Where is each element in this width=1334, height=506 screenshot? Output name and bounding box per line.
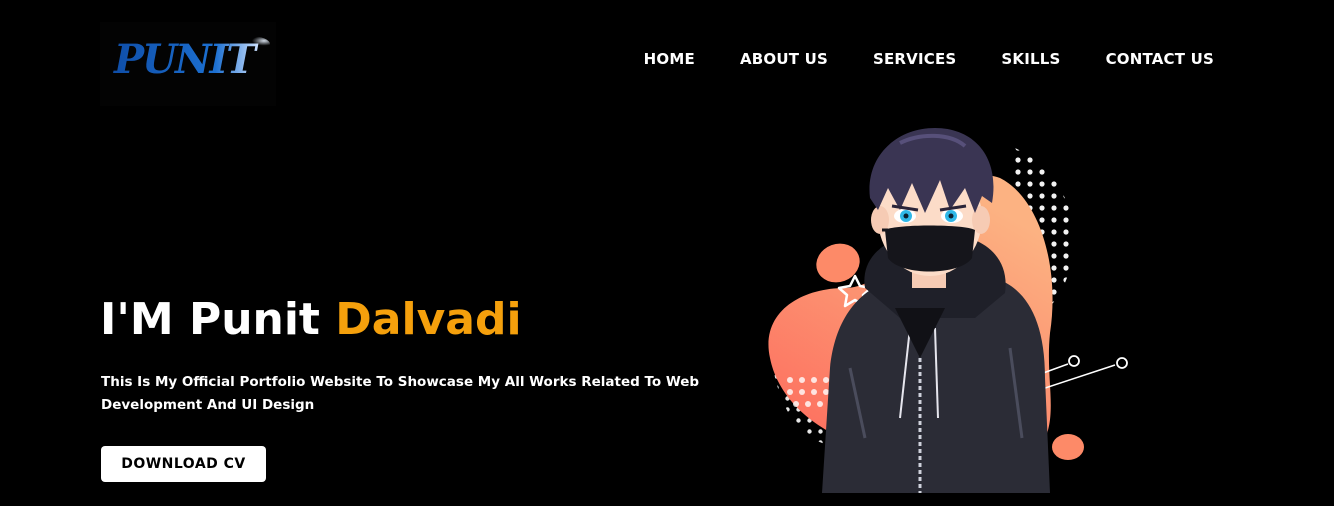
nav-item-about-us[interactable]: ABOUT US [740,50,828,68]
nav-item-services[interactable]: SERVICES [873,50,956,68]
nav-item-contact-us[interactable]: CONTACT US [1106,50,1214,68]
hero-title-accent: Dalvadi [335,294,522,345]
main-nav: HOME ABOUT US SERVICES SKILLS CONTACT US [599,50,1214,68]
logo-wordmark-icon: PUNIT [113,36,270,83]
nav-item-home[interactable]: HOME [644,50,695,68]
nav-item-skills[interactable]: SKILLS [1001,50,1060,68]
download-cv-button[interactable]: DOWNLOAD CV [101,446,266,482]
hero-title-name: I'M Punit [100,294,336,345]
hero-illustration [760,118,1140,506]
brand-logo[interactable]: PUNIT [100,22,276,106]
avatar-illustration-icon [768,128,1128,493]
hero-title: I'M Punit Dalvadi [100,290,522,350]
hero-subtitle: This Is My Official Portfolio Website To… [101,374,700,413]
